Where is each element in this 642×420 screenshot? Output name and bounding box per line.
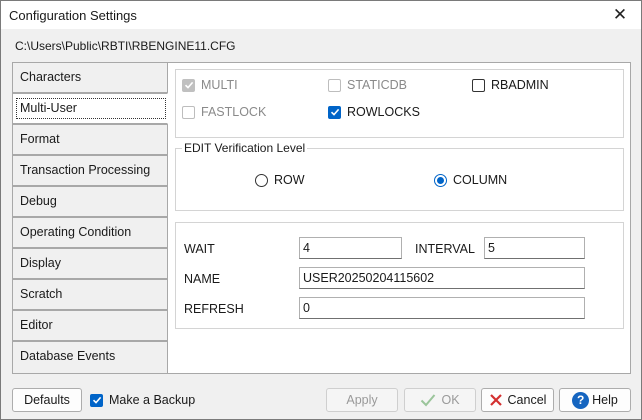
help-button[interactable]: ? Help [559,388,631,412]
category-list: Characters Multi-User Format Transaction… [12,62,168,374]
make-backup-label: Make a Backup [109,393,196,407]
checkbox-box [472,78,485,92]
checkbox-box [328,78,341,92]
nav-item-label: Format [20,132,60,146]
radio-circle [434,173,447,187]
checkbox-box [182,78,195,92]
column-radio[interactable]: COLUMN [434,173,507,187]
edit-verification-group: EDIT Verification Level ROW COLUMN [175,141,624,211]
multi-checkbox[interactable]: MULTI [182,78,238,92]
nav-item-label: Database Events [20,349,116,363]
interval-label: INTERVAL [415,242,475,256]
nav-item-label: Characters [20,70,82,84]
fastlock-label: FASTLOCK [201,105,267,119]
apply-button[interactable]: Apply [326,388,398,412]
x-icon [489,393,503,407]
row-radio-label: ROW [274,173,305,187]
help-button-label: Help [592,393,618,407]
nav-item-label: Debug [20,194,57,208]
defaults-button[interactable]: Defaults [12,388,82,412]
nav-item-editor[interactable]: Editor [12,310,168,341]
close-icon[interactable]: ✕ [605,4,635,26]
nav-item-label: Operating Condition [20,225,132,239]
options-group: MULTI STATICDB RBADMIN FASTLOCK ROWLOCKS [175,69,624,138]
window-title: Configuration Settings [9,8,137,23]
cancel-button-label: Cancel [507,393,547,407]
nav-item-display[interactable]: Display [12,248,168,279]
wait-label: WAIT [184,242,215,256]
column-radio-label: COLUMN [453,173,508,187]
staticdb-checkbox[interactable]: STATICDB [328,78,407,92]
nav-item-characters[interactable]: Characters [12,62,168,93]
nav-item-operating-condition[interactable]: Operating Condition [12,217,168,248]
name-input[interactable] [299,267,585,289]
refresh-input[interactable] [299,297,585,319]
make-backup-checkbox[interactable]: Make a Backup [90,393,195,407]
row-radio[interactable]: ROW [255,173,305,187]
nav-item-label: Display [20,256,61,270]
checkbox-box [90,393,103,407]
staticdb-label: STATICDB [347,78,407,92]
ok-button-label: OK [441,393,460,407]
edit-verification-legend: EDIT Verification Level [182,141,308,155]
settings-content-panel: MULTI STATICDB RBADMIN FASTLOCK ROWLOCKS… [167,62,631,374]
nav-item-format[interactable]: Format [12,124,168,155]
checkbox-box [182,105,195,119]
defaults-button-label: Defaults [24,393,70,407]
radio-dot [437,176,444,184]
apply-button-label: Apply [346,393,378,407]
checkbox-box [328,105,341,119]
title-bar: Configuration Settings ✕ [1,1,641,29]
fields-group: WAIT INTERVAL NAME REFRESH [175,222,624,329]
nav-item-debug[interactable]: Debug [12,186,168,217]
nav-item-multi-user[interactable]: Multi-User [12,93,168,124]
checkmark-icon [420,393,436,407]
nav-item-label: Multi-User [20,101,77,115]
rowlocks-label: ROWLOCKS [347,105,420,119]
nav-item-transaction-processing[interactable]: Transaction Processing [12,155,168,186]
nav-item-scratch[interactable]: Scratch [12,279,168,310]
multi-label: MULTI [201,78,238,92]
wait-input[interactable] [299,237,402,259]
nav-item-database-events[interactable]: Database Events [12,341,168,374]
nav-item-label: Scratch [20,287,63,301]
configuration-settings-dialog: Configuration Settings ✕ C:\Users\Public… [0,0,642,420]
config-file-path: C:\Users\Public\RBTI\RBENGINE11.CFG [15,39,236,53]
rbadmin-label: RBADMIN [491,78,549,92]
help-icon: ? [572,391,590,409]
interval-input[interactable] [484,237,585,259]
name-label: NAME [184,272,221,286]
nav-item-label: Editor [20,318,53,332]
fastlock-checkbox[interactable]: FASTLOCK [182,105,266,119]
ok-button[interactable]: OK [404,388,476,412]
rowlocks-checkbox[interactable]: ROWLOCKS [328,105,420,119]
radio-circle [255,173,268,187]
cancel-button[interactable]: Cancel [481,388,554,412]
rbadmin-checkbox[interactable]: RBADMIN [472,78,549,92]
refresh-label: REFRESH [184,302,244,316]
nav-item-label: Transaction Processing [20,163,151,177]
